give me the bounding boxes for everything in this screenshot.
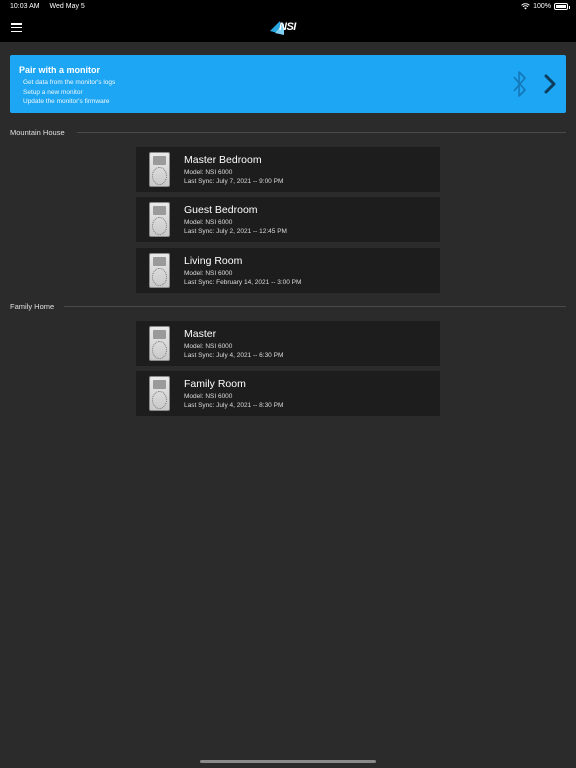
- monitor-device-icon: [149, 253, 170, 288]
- device-name: Family Room: [184, 378, 246, 390]
- device-last-sync: Last Sync: July 4, 2021 -- 6:30 PM: [184, 352, 284, 359]
- device-model: Model: NSI 6000: [184, 219, 233, 226]
- status-bar: 10:03 AM Wed May 5 100%: [0, 0, 576, 14]
- pair-feature-item: Get data from the monitor's logs: [23, 79, 116, 86]
- monitor-device-icon: [149, 326, 170, 361]
- device-card-master[interactable]: Master Model: NSI 6000 Last Sync: July 4…: [136, 321, 440, 366]
- device-last-sync: Last Sync: July 7, 2021 -- 9:00 PM: [184, 178, 284, 185]
- device-card-living-room[interactable]: Living Room Model: NSI 6000 Last Sync: F…: [136, 248, 440, 293]
- battery-icon: [554, 3, 570, 10]
- battery-fill: [556, 5, 566, 8]
- group-label-family-home: Family Home: [10, 302, 55, 311]
- nsi-logo: NSI: [268, 19, 308, 37]
- device-name: Master: [184, 328, 217, 340]
- device-model: Model: NSI 6000: [184, 169, 233, 176]
- device-name: Guest Bedroom: [184, 204, 258, 216]
- hamburger-menu-icon[interactable]: [11, 23, 22, 33]
- monitor-device-icon: [149, 152, 170, 187]
- status-left: 10:03 AM Wed May 5: [10, 3, 93, 10]
- device-last-sync: Last Sync: July 2, 2021 -- 12:45 PM: [184, 228, 287, 235]
- logo-text: NSI: [279, 21, 296, 33]
- status-time: 10:03 AM: [10, 3, 40, 10]
- device-card-master-bedroom[interactable]: Master Bedroom Model: NSI 6000 Last Sync…: [136, 147, 440, 192]
- device-card-guest-bedroom[interactable]: Guest Bedroom Model: NSI 6000 Last Sync:…: [136, 197, 440, 242]
- status-date: Wed May 5: [49, 3, 85, 10]
- pair-monitor-banner[interactable]: Pair with a monitor Get data from the mo…: [10, 55, 566, 113]
- pair-feature-item: Setup a new monitor: [23, 88, 83, 96]
- battery-percent: 100%: [533, 3, 551, 10]
- device-last-sync: Last Sync: July 4, 2021 -- 8:30 PM: [184, 402, 284, 409]
- monitor-device-icon: [149, 376, 170, 411]
- pair-feature-item: Update the monitor's firmware: [23, 98, 110, 105]
- device-name: Master Bedroom: [184, 154, 262, 166]
- group-divider: [64, 306, 566, 307]
- home-indicator[interactable]: [200, 760, 376, 763]
- wifi-icon: [521, 3, 530, 10]
- device-last-sync: Last Sync: February 14, 2021 -- 3:00 PM: [184, 279, 302, 286]
- device-model: Model: NSI 6000: [184, 393, 233, 400]
- device-model: Model: NSI 6000: [184, 270, 233, 277]
- device-name: Living Room: [184, 255, 243, 267]
- device-model: Model: NSI 6000: [184, 343, 233, 350]
- pair-feature-list: Get data from the monitor's logs Setup a…: [23, 78, 115, 107]
- chevron-right-icon: [544, 74, 556, 94]
- nav-bar: NSI: [0, 14, 576, 42]
- group-label-mountain-house: Mountain House: [10, 128, 65, 137]
- status-right: 100%: [521, 3, 570, 10]
- monitor-device-icon: [149, 202, 170, 237]
- bluetooth-icon: [513, 71, 526, 97]
- device-card-family-room[interactable]: Family Room Model: NSI 6000 Last Sync: J…: [136, 371, 440, 416]
- pair-title: Pair with a monitor: [19, 65, 101, 75]
- group-divider: [77, 132, 566, 133]
